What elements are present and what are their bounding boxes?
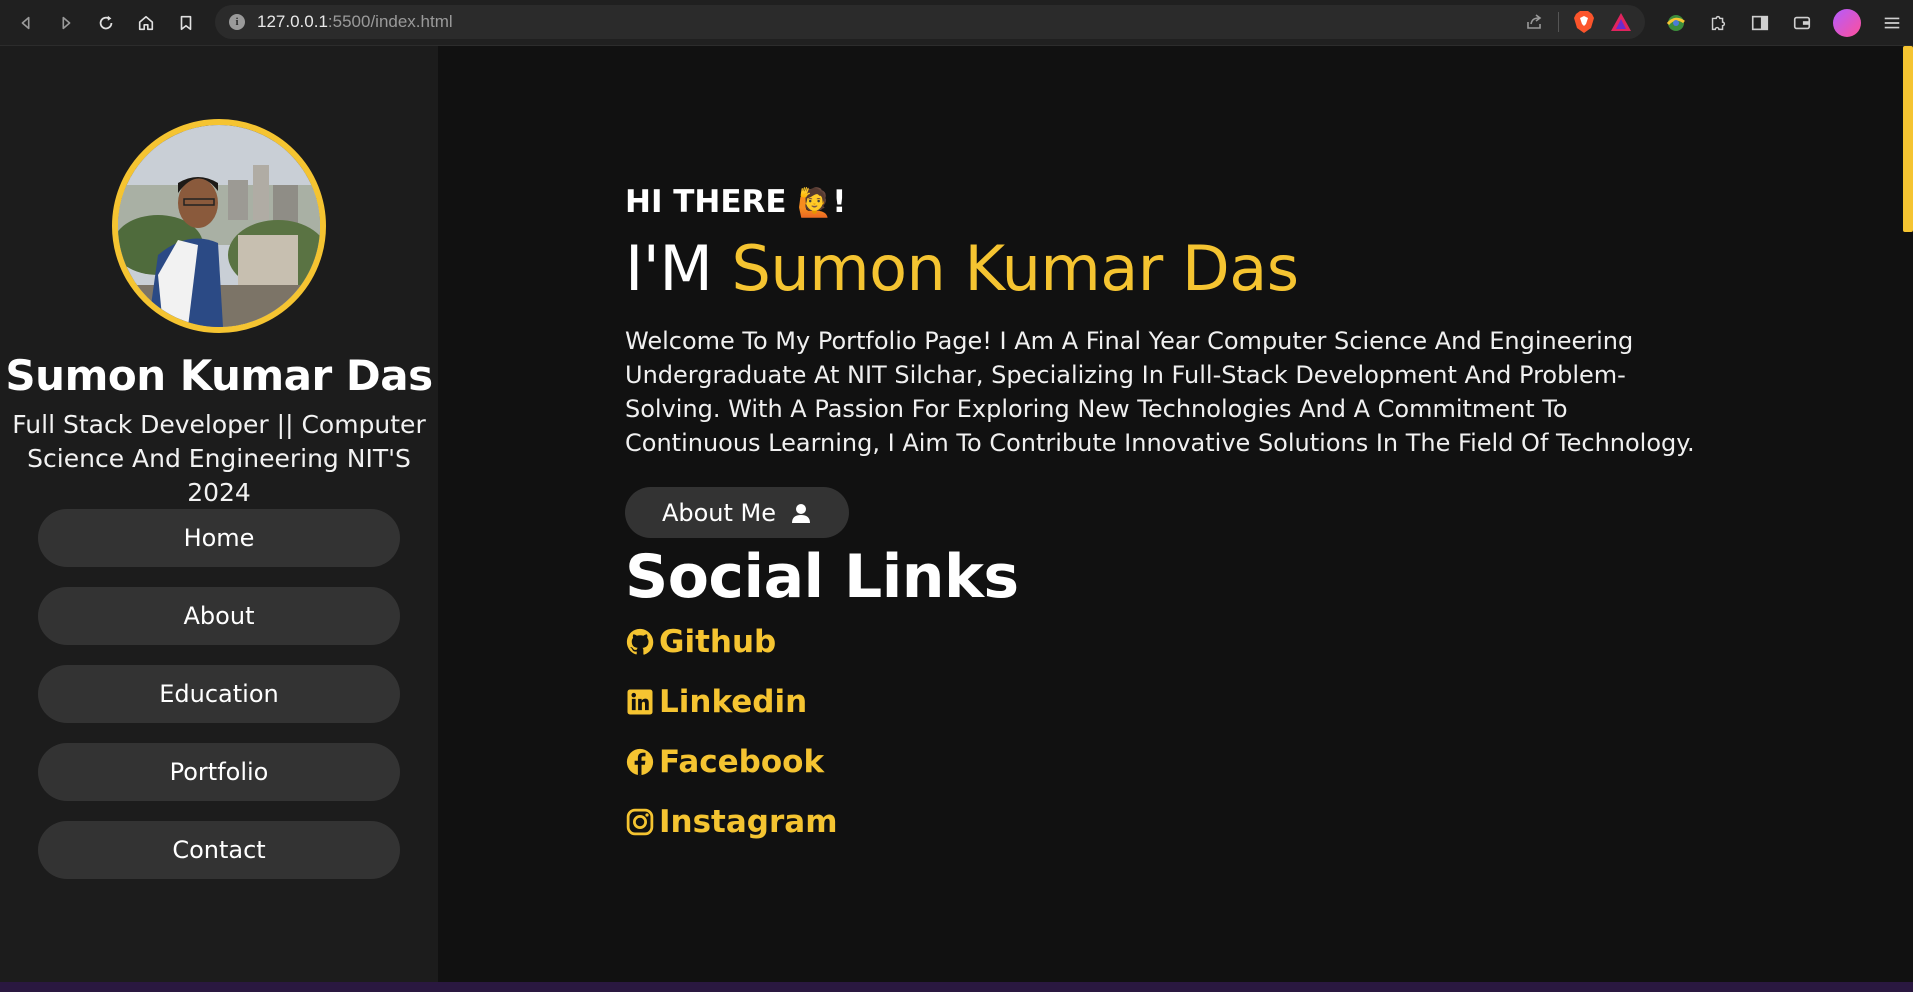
facebook-label: Facebook: [659, 744, 825, 780]
menu-icon[interactable]: [1881, 12, 1903, 34]
github-link[interactable]: Github: [625, 622, 838, 662]
profile-icon[interactable]: [1833, 8, 1861, 37]
nav-education-button[interactable]: Education: [38, 665, 400, 723]
address-bar[interactable]: i 127.0.0.1:5500/index.html: [215, 5, 1645, 39]
taskbar-strip: [0, 982, 1913, 992]
social-links-title: Social Links: [625, 542, 1019, 612]
github-icon: [626, 628, 654, 655]
instagram-label: Instagram: [659, 804, 838, 840]
sidebar-role: Full Stack Developer || Computer Science…: [12, 410, 426, 507]
greeting-exclamation: !: [832, 184, 847, 220]
sidebar-icon[interactable]: [1749, 12, 1771, 34]
sidebar: Sumon Kumar Das Full Stack Developer || …: [0, 46, 438, 982]
extension-icon[interactable]: [1665, 12, 1687, 34]
nav-home-button[interactable]: Home: [38, 509, 400, 567]
greeting-emoji: 🙋: [797, 186, 833, 219]
social-links-list: Github Linkedin Facebook Instagram: [625, 622, 838, 862]
greeting-text: HI THERE: [625, 184, 787, 220]
nav-portfolio-button[interactable]: Portfolio: [38, 743, 400, 801]
headline: I'M Sumon Kumar Das: [625, 232, 1299, 305]
about-me-label: About Me: [661, 498, 777, 527]
instagram-icon: [626, 808, 654, 836]
page-content: Sumon Kumar Das Full Stack Developer || …: [0, 46, 1913, 982]
site-info-icon[interactable]: i: [229, 14, 245, 30]
facebook-icon: [626, 748, 654, 776]
brave-shield-icon[interactable]: [1573, 10, 1595, 34]
share-icon[interactable]: [1524, 12, 1544, 32]
greeting: HI THERE 🙋!: [625, 184, 846, 220]
profile-photo: [112, 119, 326, 333]
linkedin-link[interactable]: Linkedin: [625, 682, 838, 722]
user-icon: [792, 503, 811, 523]
url-text[interactable]: 127.0.0.1:5500/index.html: [257, 12, 453, 32]
github-label: Github: [659, 624, 777, 660]
wallet-icon[interactable]: [1791, 12, 1813, 34]
toolbar-separator: [1558, 12, 1559, 32]
sidebar-nav: Home About Education Portfolio Contact: [38, 509, 400, 899]
puzzle-icon[interactable]: [1707, 12, 1729, 34]
headline-name: Sumon Kumar Das: [731, 232, 1299, 305]
linkedin-label: Linkedin: [659, 684, 808, 720]
nav-about-button[interactable]: About: [38, 587, 400, 645]
forward-icon[interactable]: [54, 11, 78, 35]
brave-rewards-icon[interactable]: [1609, 11, 1633, 33]
scrollbar-thumb[interactable]: [1903, 46, 1913, 232]
browser-toolbar: i 127.0.0.1:5500/index.html: [0, 0, 1913, 46]
instagram-link[interactable]: Instagram: [625, 802, 838, 842]
home-icon[interactable]: [134, 11, 158, 35]
linkedin-icon: [627, 689, 653, 715]
intro-paragraph: Welcome To My Portfolio Page! I Am A Fin…: [625, 327, 1695, 457]
about-me-button[interactable]: About Me: [625, 487, 849, 538]
bookmark-icon[interactable]: [174, 11, 198, 35]
facebook-link[interactable]: Facebook: [625, 742, 838, 782]
headline-prefix: I'M: [625, 232, 713, 305]
reload-icon[interactable]: [94, 11, 118, 35]
nav-contact-button[interactable]: Contact: [38, 821, 400, 879]
back-icon[interactable]: [14, 11, 38, 35]
sidebar-name: Sumon Kumar Das: [5, 351, 433, 400]
